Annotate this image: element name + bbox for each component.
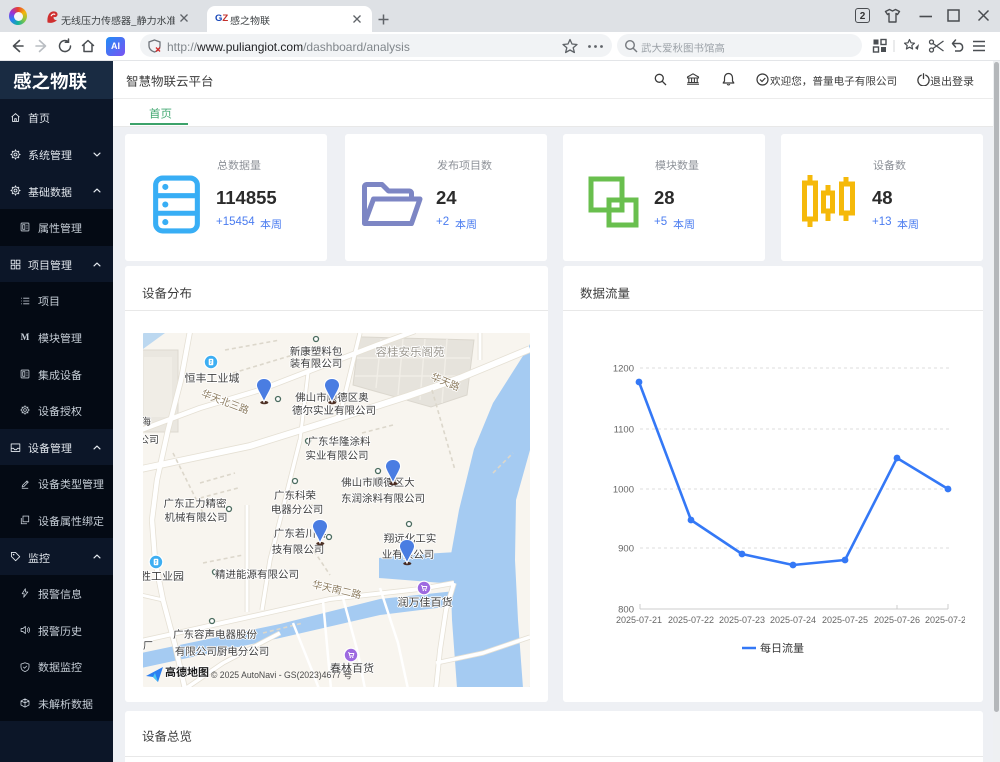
svg-text:M: M	[20, 333, 29, 342]
svg-text:© 2025 AutoNavi - GS(2023)4677: © 2025 AutoNavi - GS(2023)4677	[211, 670, 341, 680]
svg-text:2025-07-22: 2025-07-22	[668, 615, 714, 625]
svg-text:1000: 1000	[613, 485, 634, 496]
svg-text:1200: 1200	[613, 364, 634, 375]
svg-text:2025-07-24: 2025-07-24	[770, 615, 816, 625]
svg-text:2025-07-26: 2025-07-26	[874, 615, 920, 625]
svg-text:800: 800	[618, 605, 634, 616]
svg-text:2025-07-23: 2025-07-23	[719, 615, 765, 625]
svg-text:2025-07-27: 2025-07-27	[925, 615, 965, 625]
svg-text:2025-07-25: 2025-07-25	[822, 615, 868, 625]
svg-text:900: 900	[618, 544, 634, 555]
svg-text:2025-07-21: 2025-07-21	[616, 615, 662, 625]
svg-text:1100: 1100	[614, 425, 634, 436]
